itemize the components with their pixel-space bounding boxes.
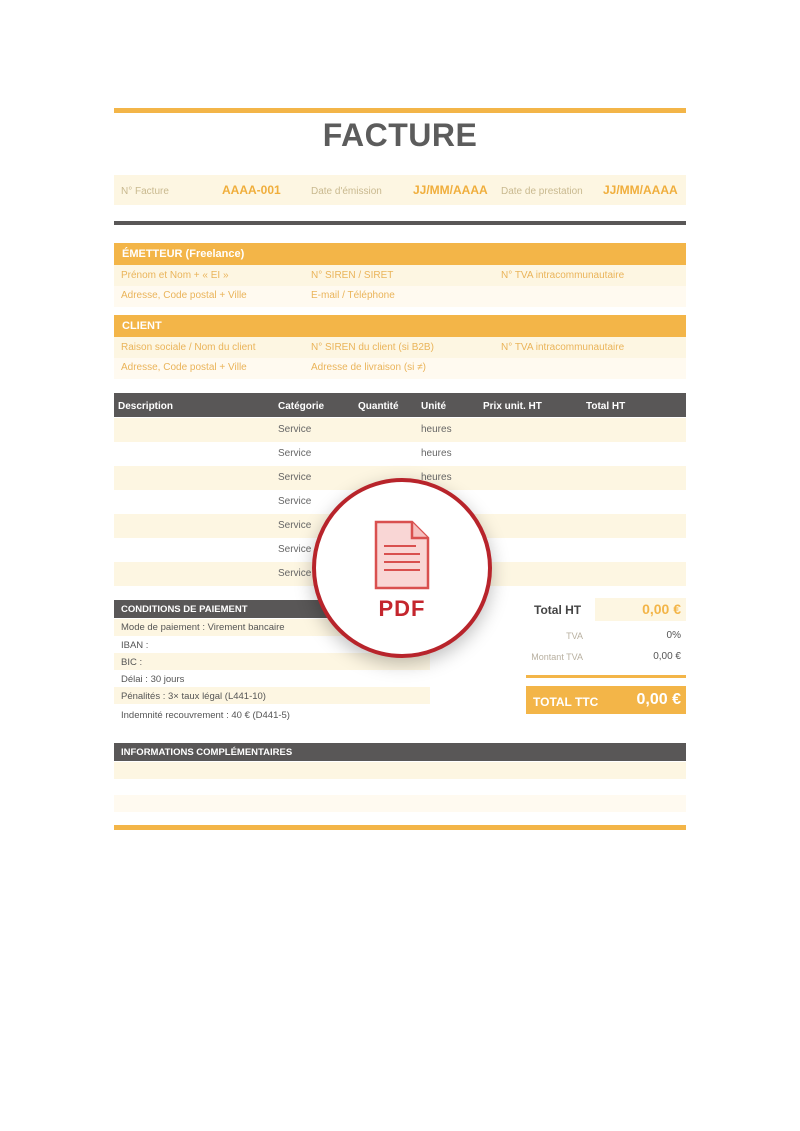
row-unit: heures [421, 448, 452, 459]
client-delivery-field: Adresse de livraison (si ≠) [311, 362, 426, 373]
emitter-address-field: Adresse, Code postal + Ville [121, 290, 247, 301]
payment-iban: IBAN : [121, 640, 149, 651]
payment-delay: Délai : 30 jours [121, 674, 185, 685]
pdf-badge[interactable]: PDF [312, 478, 492, 658]
client-address-field: Adresse, Code postal + Ville [121, 362, 247, 373]
col-header-unit-price: Prix unit. HT [483, 401, 542, 412]
service-date-label: Date de prestation [501, 186, 583, 197]
page-title: FACTURE [322, 117, 478, 153]
total-ht-value: 0,00 € [642, 601, 681, 617]
tva-value: 0% [666, 630, 681, 641]
tva-label: TVA [566, 631, 583, 641]
total-ttc-label: TOTAL TTC [533, 695, 599, 709]
invoice-number-label: N° Facture [121, 186, 169, 197]
pdf-file-icon [374, 520, 430, 590]
montant-tva-value: 0,00 € [653, 651, 681, 662]
service-date-value: JJ/MM/AAAA [603, 183, 678, 197]
client-siren-field: N° SIREN du client (si B2B) [311, 342, 434, 353]
emitter-section-header: ÉMETTEUR (Freelance) [114, 243, 686, 265]
pdf-label: PDF [378, 596, 426, 621]
row-category: Service [278, 520, 312, 531]
table-row: Service heures [114, 442, 686, 466]
info-row-2 [114, 795, 686, 812]
row-category: Service [278, 472, 312, 483]
total-ttc-value: 0,00 € [636, 691, 681, 708]
table-row: Service heures [114, 418, 686, 442]
invoice-number-value: AAAA-001 [222, 183, 281, 197]
client-heading: CLIENT [122, 320, 162, 332]
montant-tva-label: Montant TVA [531, 652, 583, 662]
col-header-category: Catégorie [278, 401, 325, 412]
total-ht-label: Total HT [534, 603, 582, 617]
emitter-name-field: Prénom et Nom + « EI » [121, 270, 229, 281]
client-section-header: CLIENT [114, 315, 686, 337]
col-header-quantity: Quantité [358, 401, 399, 412]
row-category: Service [278, 496, 312, 507]
issue-date-label: Date d'émission [311, 186, 382, 197]
emitter-tva-field: N° TVA intracommunautaire [501, 270, 625, 281]
payment-indemnity: Indemnité recouvrement : 40 € (D441-5) [121, 710, 290, 721]
payment-bic: BIC : [121, 657, 143, 668]
col-header-description: Description [118, 401, 174, 412]
row-category: Service [278, 544, 312, 555]
payment-mode: Mode de paiement : Virement bancaire [121, 622, 285, 633]
emitter-siren-field: N° SIREN / SIRET [311, 270, 394, 281]
meta-divider [114, 221, 686, 225]
row-category: Service [278, 448, 312, 459]
info-section-header: INFORMATIONS COMPLÉMENTAIRES [114, 743, 686, 761]
client-name-field: Raison sociale / Nom du client [121, 342, 256, 353]
emitter-heading: ÉMETTEUR (Freelance) [122, 248, 245, 260]
payment-penalties: Pénalités : 3× taux légal (L441-10) [121, 691, 266, 702]
info-row-1 [114, 762, 686, 779]
row-category: Service [278, 424, 312, 435]
col-header-total: Total HT [586, 401, 626, 412]
invoice-meta-row [114, 175, 686, 205]
row-unit: heures [421, 424, 452, 435]
issue-date-value: JJ/MM/AAAA [413, 183, 488, 197]
payment-heading: CONDITIONS DE PAIEMENT [121, 604, 248, 615]
client-tva-field: N° TVA intracommunautaire [501, 342, 625, 353]
info-heading: INFORMATIONS COMPLÉMENTAIRES [121, 747, 293, 758]
top-accent-bar [114, 108, 686, 113]
ttc-divider [526, 675, 686, 678]
row-category: Service [278, 568, 312, 579]
col-header-unit: Unité [421, 401, 446, 412]
bottom-accent-bar [114, 825, 686, 830]
emitter-contact-field: E-mail / Téléphone [311, 290, 395, 301]
